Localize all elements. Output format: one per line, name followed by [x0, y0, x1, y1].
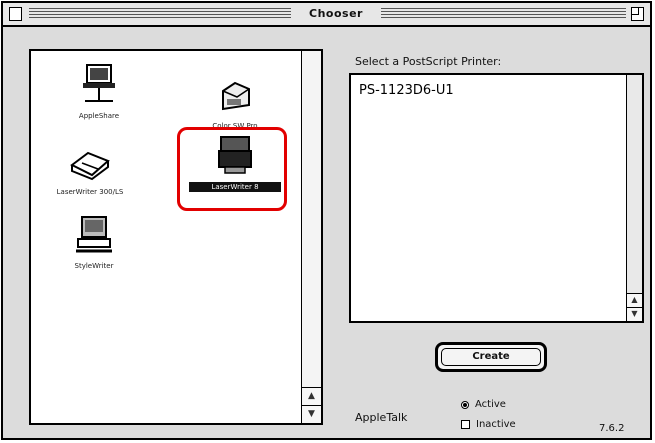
title-stripes-left — [29, 8, 291, 20]
device-label: StyleWriter — [74, 262, 114, 270]
device-appleshare[interactable]: AppleShare — [49, 63, 149, 120]
printer-list-prompt: Select a PostScript Printer: — [355, 55, 502, 68]
printer-list[interactable]: PS-1123D6-U1 ▲ ▼ — [349, 73, 644, 323]
window-title: Chooser — [309, 7, 363, 20]
option-label: Inactive — [476, 419, 516, 430]
laserwriter-icon — [70, 151, 110, 181]
appleshare-icon — [83, 64, 115, 102]
device-list-scrollbar[interactable]: ▲ ▼ — [301, 51, 321, 423]
color-printer-icon — [222, 81, 250, 111]
device-label: LaserWriter 300/LS — [56, 188, 124, 196]
printer-list-item[interactable]: PS-1123D6-U1 — [359, 83, 454, 98]
title-stripes-right — [381, 8, 626, 20]
device-label: AppleShare — [78, 112, 120, 120]
device-list-pane: AppleShare Color SW Pro LaserWriter 300/… — [29, 49, 323, 425]
device-color-sw-pro[interactable]: Color SW Pro — [185, 79, 285, 130]
chooser-window: Chooser AppleShare Color SW Pro LaserWri… — [1, 1, 652, 440]
version-label: 7.6.2 — [599, 423, 625, 434]
device-icons-area: AppleShare Color SW Pro LaserWriter 300/… — [31, 51, 303, 423]
appletalk-inactive-option[interactable]: Inactive — [461, 419, 516, 430]
scroll-down-arrow-icon[interactable]: ▼ — [627, 307, 642, 321]
radio-label: Active — [475, 399, 506, 410]
device-stylewriter[interactable]: StyleWriter — [49, 215, 139, 270]
stylewriter-icon — [76, 216, 112, 253]
device-laserwriter-300[interactable]: LaserWriter 300/LS — [35, 147, 145, 196]
create-button[interactable]: Create — [435, 342, 547, 372]
appletalk-label: AppleTalk — [355, 411, 408, 424]
scroll-up-arrow-icon[interactable]: ▲ — [302, 387, 321, 405]
create-button-label: Create — [441, 348, 541, 366]
title-bar[interactable]: Chooser — [3, 3, 650, 27]
selection-highlight-ring — [177, 127, 287, 211]
scroll-down-arrow-icon[interactable]: ▼ — [302, 405, 321, 423]
printer-list-scrollbar[interactable]: ▲ ▼ — [626, 75, 642, 321]
appletalk-active-radio[interactable]: Active — [461, 399, 506, 410]
zoom-box[interactable] — [631, 7, 644, 21]
scroll-up-arrow-icon[interactable]: ▲ — [627, 293, 642, 307]
checkbox-icon — [461, 420, 470, 429]
close-box[interactable] — [9, 7, 22, 21]
radio-selected-icon — [461, 400, 469, 409]
